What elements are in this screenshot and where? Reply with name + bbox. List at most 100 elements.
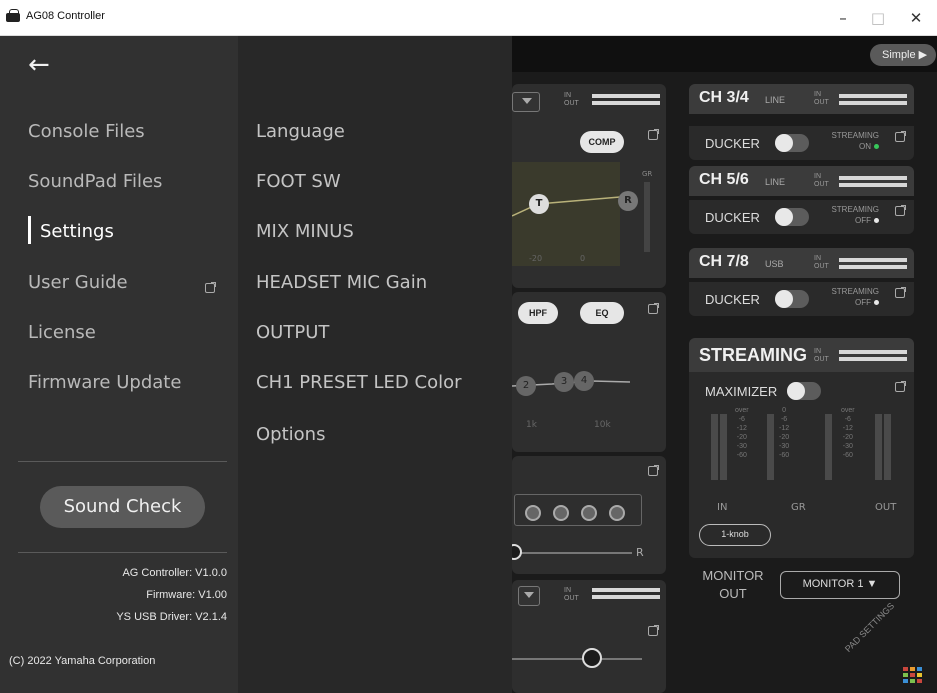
channel-meter [839, 94, 907, 106]
pan-right-label: R [636, 546, 644, 559]
presence-knob[interactable] [581, 505, 597, 521]
bass-knob[interactable] [553, 505, 569, 521]
monitor-out-select[interactable]: MONITOR 1 ▼ [780, 571, 900, 599]
dropdown[interactable] [512, 92, 540, 112]
menu-item-user-guide[interactable]: User Guide [28, 272, 128, 293]
level-slider-handle[interactable] [582, 648, 602, 668]
popout-icon[interactable] [648, 129, 659, 140]
settings-submenu: Language FOOT SW MIX MINUS HEADSET MIC G… [238, 36, 512, 693]
ch56-header: CH 5/6 LINE IN OUT [689, 166, 914, 196]
gr-meter [644, 182, 650, 252]
back-arrow-icon[interactable]: ← [28, 52, 54, 78]
minimize-button[interactable]: – [829, 6, 857, 30]
settings-item-foot-sw[interactable]: FOOT SW [256, 171, 341, 192]
eq-panel: HPF EQ 2 3 4 1k 10k [512, 292, 666, 452]
pad-grid-icon[interactable] [903, 667, 925, 685]
channel-name: CH 3/4 [699, 89, 749, 106]
middle-knob[interactable] [525, 505, 541, 521]
divider [18, 461, 227, 462]
window-title-bar: AG08 Controller – □ ✕ [0, 0, 937, 36]
popout-icon[interactable] [895, 131, 906, 142]
eq-button[interactable]: EQ [580, 302, 624, 324]
ratio-node[interactable]: R [618, 191, 638, 211]
eq-node-2[interactable]: 2 [516, 376, 536, 396]
ch56-body: DUCKER STREAMING OFF [689, 200, 914, 234]
popout-icon[interactable] [895, 287, 906, 298]
ducker-label: DUCKER [705, 292, 760, 307]
channel-meter [592, 588, 660, 599]
comp-axis-label: -20 [529, 254, 543, 263]
channel-type: LINE [765, 177, 786, 187]
ducker-label: DUCKER [705, 210, 760, 225]
ducker-toggle[interactable] [775, 290, 809, 308]
chevron-down-icon [524, 592, 534, 598]
out-label: OUT [875, 502, 897, 513]
out-scale: over -6 -12 -20 -30 -60 [841, 407, 855, 459]
comp-panel: IN OUT COMP T -20 0 R GR [512, 84, 666, 288]
ducker-toggle[interactable] [775, 134, 809, 152]
popout-icon[interactable] [648, 625, 659, 636]
dropdown[interactable] [518, 586, 540, 606]
settings-item-mix-minus[interactable]: MIX MINUS [256, 221, 354, 242]
amp-panel: R [506, 456, 666, 574]
channel-panel: IN OUT [512, 580, 666, 693]
active-indicator [28, 216, 31, 244]
menu-item-settings[interactable]: Settings [40, 221, 114, 242]
ducker-toggle[interactable] [775, 208, 809, 226]
eq-node-4[interactable]: 4 [574, 371, 594, 391]
meter-inout-label: IN OUT [814, 173, 829, 188]
sound-check-button[interactable]: Sound Check [40, 486, 205, 528]
hpf-button[interactable]: HPF [518, 302, 558, 324]
menu-item-license[interactable]: License [28, 322, 96, 343]
status-dot [874, 300, 879, 306]
ducker-label: DUCKER [705, 136, 760, 151]
maximizer-toggle[interactable] [787, 382, 821, 400]
popout-icon[interactable] [895, 205, 906, 216]
in-label: IN [717, 502, 728, 513]
menu-item-console-files[interactable]: Console Files [28, 121, 145, 142]
menu-item-soundpad-files[interactable]: SoundPad Files [28, 171, 162, 192]
output-knob[interactable] [609, 505, 625, 521]
settings-item-language[interactable]: Language [256, 121, 345, 142]
popout-icon[interactable] [648, 303, 659, 314]
level-slider[interactable] [512, 658, 642, 660]
channel-name: CH 5/6 [699, 171, 749, 188]
close-button[interactable]: ✕ [902, 6, 930, 30]
in-meter-l [711, 414, 718, 480]
threshold-node[interactable]: T [529, 194, 549, 214]
main-menu: ← Console Files SoundPad Files Settings … [0, 36, 238, 693]
streaming-state: STREAMING ON [831, 131, 879, 151]
meter-inout-label: IN OUT [564, 587, 579, 602]
one-knob-button[interactable]: 1-knob [699, 524, 771, 546]
settings-item-options[interactable]: Options [256, 424, 325, 445]
settings-item-output[interactable]: OUTPUT [256, 322, 329, 343]
channel-meter [839, 176, 907, 188]
comp-button[interactable]: COMP [580, 131, 624, 153]
pad-settings-label[interactable]: PAD SETTINGS [843, 601, 896, 654]
maximize-button[interactable]: □ [864, 6, 892, 30]
eq-freq-label: 1k [526, 420, 537, 430]
channel-type: USB [765, 259, 784, 269]
simple-mode-button[interactable]: Simple ▶ [870, 44, 936, 66]
pan-slider[interactable] [512, 552, 632, 554]
streaming-body: MAXIMIZER over -6 -12 -20 -30 -60 0 -6 -12 -20 -3… [689, 372, 914, 558]
eq-node-3[interactable]: 3 [554, 372, 574, 392]
gr-label: GR [642, 170, 653, 178]
chevron-down-icon [522, 98, 532, 104]
menu-item-firmware-update[interactable]: Firmware Update [28, 372, 181, 393]
settings-item-ch1-preset-led-color[interactable]: CH1 PRESET LED Color [256, 372, 462, 393]
ch34-header: CH 3/4 LINE IN OUT [689, 84, 914, 114]
popout-icon[interactable] [895, 381, 906, 392]
gr-scale-l: 0 -6 -12 -20 -30 -60 [779, 407, 790, 459]
external-link-icon [205, 282, 216, 293]
window-title: AG08 Controller [26, 10, 105, 22]
meter-inout-label: IN OUT [814, 255, 829, 270]
eq-freq-label: 10k [594, 420, 611, 430]
copyright: (C) 2022 Yamaha Corporation [9, 655, 156, 667]
settings-item-headset-mic-gain[interactable]: HEADSET MIC Gain [256, 272, 427, 293]
streaming-meter [839, 350, 907, 362]
popout-icon[interactable] [648, 465, 659, 476]
firmware-version: Firmware: V1.00 [146, 589, 227, 601]
meter-inout-label: IN OUT [814, 348, 829, 363]
maximizer-label: MAXIMIZER [705, 384, 778, 399]
